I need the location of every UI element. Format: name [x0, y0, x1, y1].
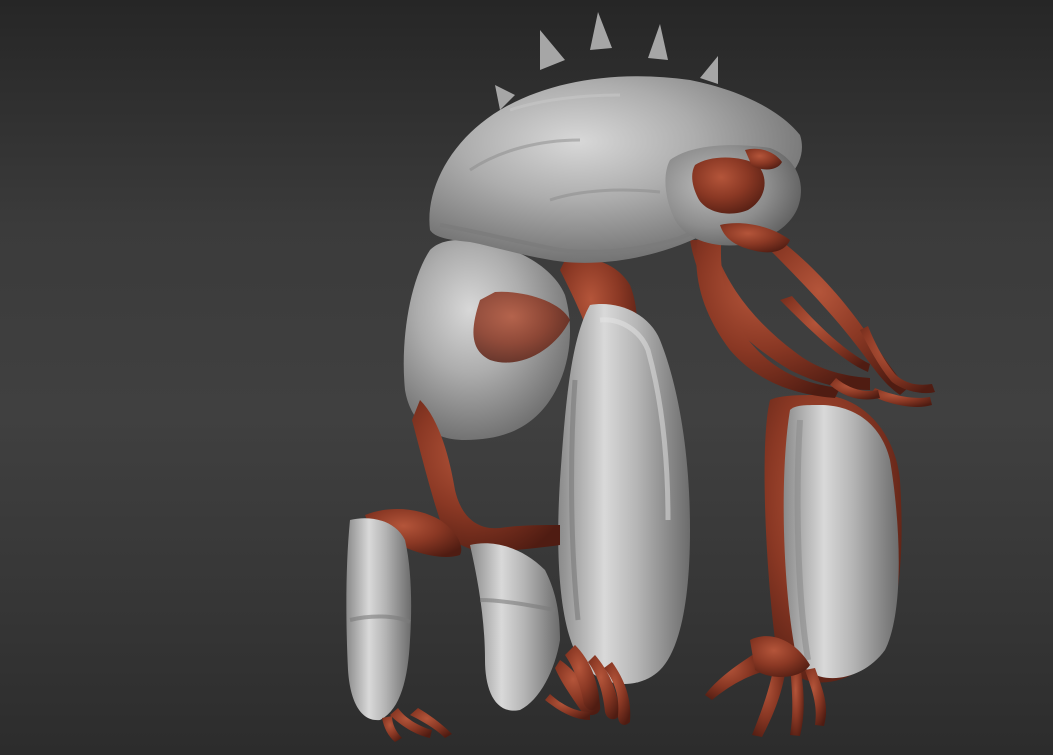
mandibles [690, 225, 935, 407]
3d-viewport[interactable] [0, 0, 1053, 755]
right-claw [764, 395, 902, 683]
sculpt-model[interactable] [0, 0, 1053, 755]
left-claw [558, 304, 690, 684]
left-leg [346, 508, 462, 742]
